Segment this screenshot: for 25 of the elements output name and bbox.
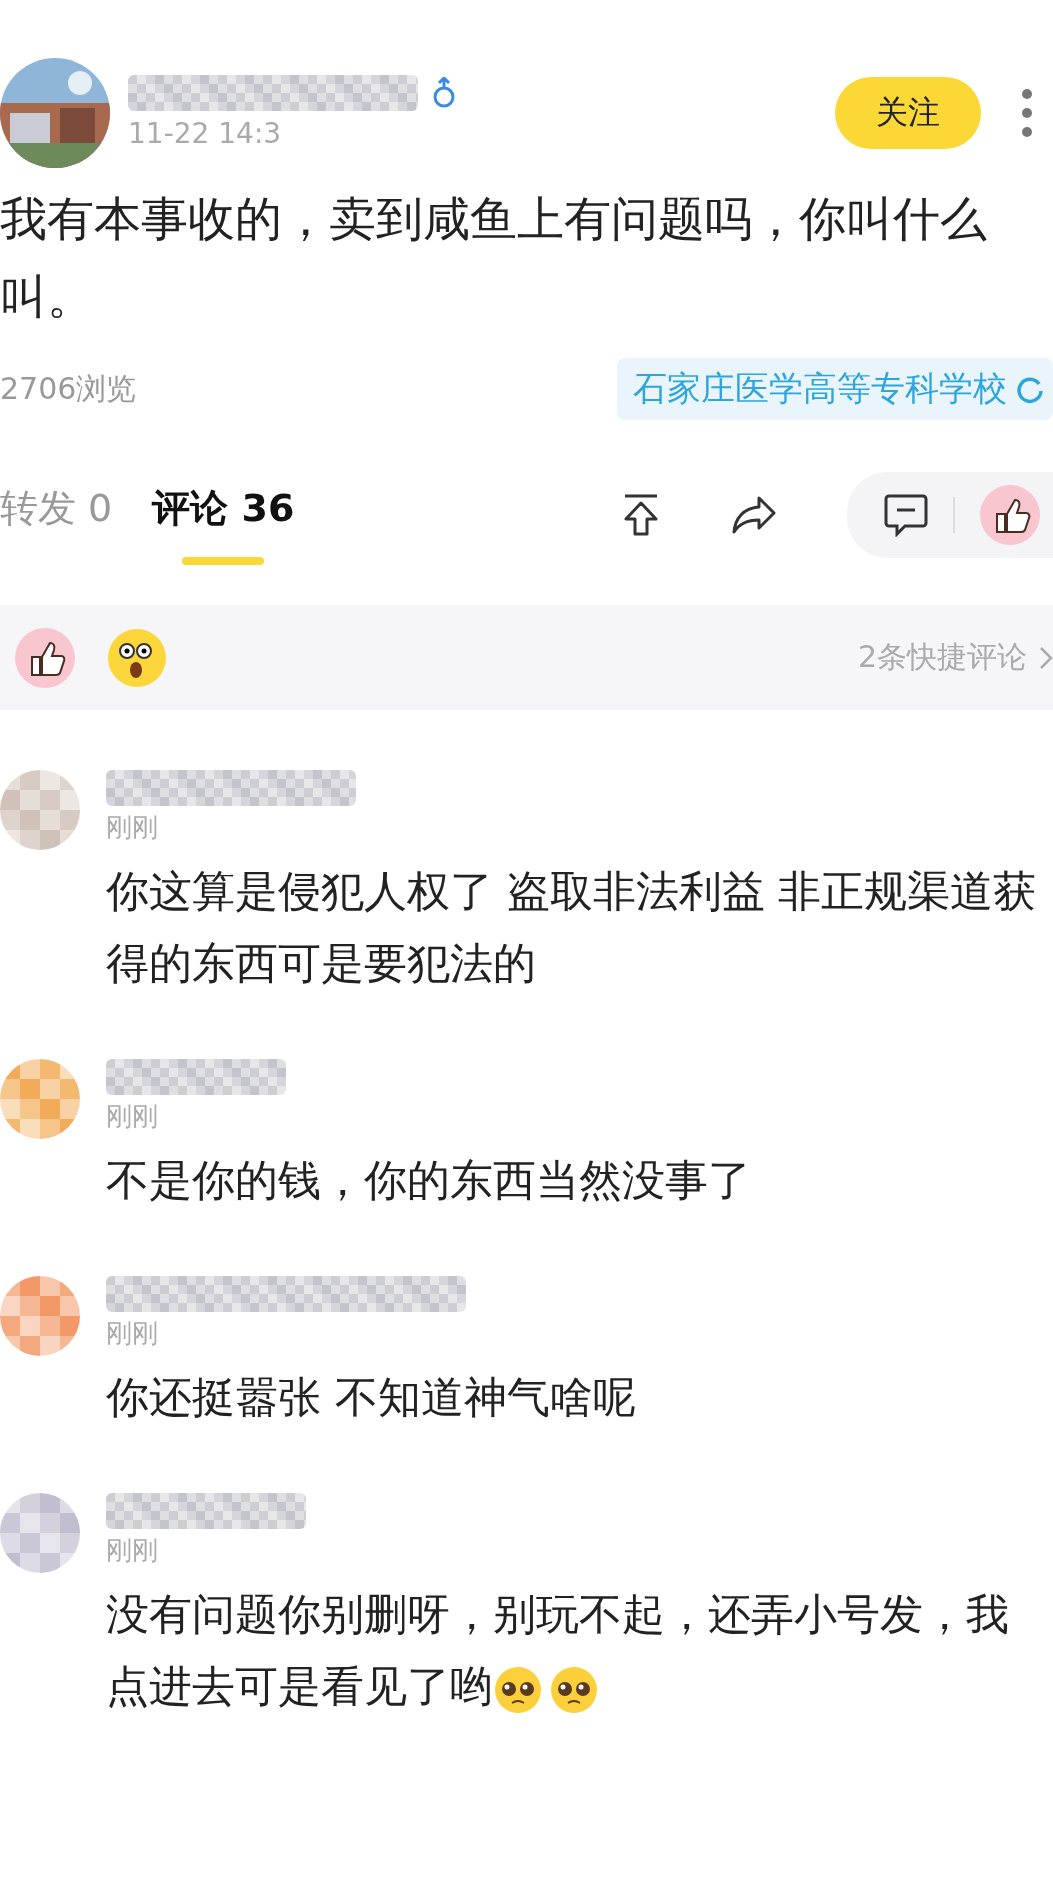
comment-text: 你这算是侵犯人权了 盗取非法利益 非正规渠道获得的东西可是要犯法的 — [106, 865, 1038, 990]
tab[interactable]: 转发 0 — [0, 465, 113, 565]
male-icon — [432, 77, 456, 109]
tab[interactable]: 评论 36 — [152, 465, 295, 565]
comment-time: 刚刚 — [106, 1317, 159, 1350]
more-icon[interactable] — [1021, 87, 1033, 138]
comment-time: 刚刚 — [106, 1534, 159, 1567]
post-time: 11-22 14:3 — [128, 117, 283, 150]
thumbs-up-icon[interactable] — [14, 626, 76, 689]
view-count: 2706浏览 — [0, 369, 137, 408]
thumbs-up-icon[interactable] — [979, 484, 1041, 546]
quick-comment-count[interactable]: 2条快捷评论 — [857, 637, 1027, 678]
comment-icon[interactable] — [883, 493, 929, 537]
comment-time: 刚刚 — [106, 1100, 159, 1133]
comment-time: 刚刚 — [106, 811, 159, 844]
shocked-face-icon[interactable] — [106, 626, 168, 689]
comment-text: 没有问题你别删呀，别玩不起，还弄小号发，我点进去可是看见了哟 — [106, 1578, 1053, 1722]
pleading-face-icon — [549, 1664, 599, 1715]
comment-text: 你还挺嚣张 不知道神气啥呢 — [106, 1371, 637, 1424]
post-text: 我有本事收的，卖到咸鱼上有问题吗，你叫什么叫。 — [0, 190, 988, 326]
school-tag[interactable]: 石家庄医学高等专科学校 — [617, 358, 1053, 420]
comment-text: 不是你的钱，你的东西当然没事了 — [106, 1154, 752, 1207]
share-icon[interactable] — [731, 495, 777, 535]
follow-button[interactable]: 关注 — [835, 76, 981, 149]
pleading-face-icon — [493, 1664, 543, 1715]
